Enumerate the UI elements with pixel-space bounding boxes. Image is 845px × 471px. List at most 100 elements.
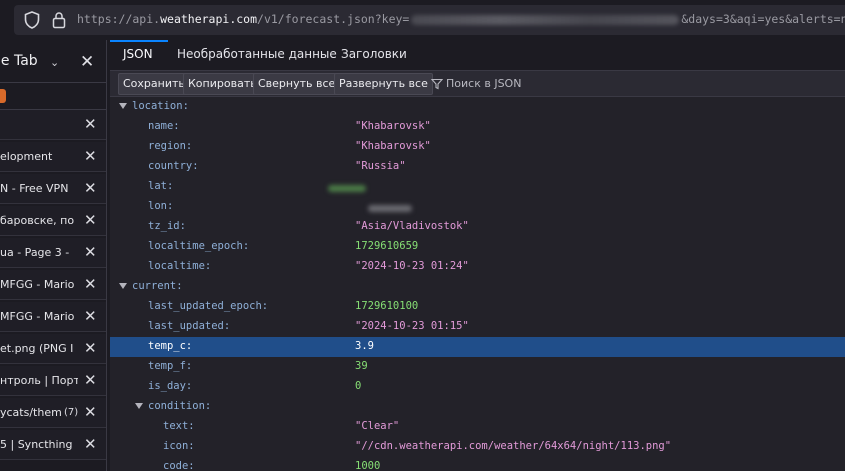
filter-json-input[interactable]: Поиск в JSON — [446, 77, 521, 90]
blur-mask — [328, 185, 366, 192]
json-toolbar: Сохранить Копировать Свернуть все Развер… — [110, 70, 845, 97]
json-row[interactable]: condition: — [110, 397, 845, 417]
json-tree: location: name: "Khabarovsk" region: "Khabar… — [110, 97, 845, 471]
json-value: 39 — [355, 360, 368, 372]
sidebar-tab-label: баровске, по — [0, 214, 75, 227]
sidebar-tab-badge: (7) — [62, 407, 79, 418]
sidebar-title[interactable]: le Tab — [0, 53, 38, 69]
json-row[interactable]: location: — [110, 97, 845, 117]
redacted-value — [368, 203, 412, 215]
sidebar-tab-item[interactable]: баровске, по ✕ — [0, 206, 106, 236]
lock-icon[interactable] — [52, 11, 66, 29]
json-row[interactable]: localtime: "2024-10-23 01:24" — [110, 257, 845, 277]
sidebar-tab-item[interactable]: 5 | Syncthing ✕ — [0, 430, 106, 460]
sidebar-tab-item[interactable]: ua - Page 3 - ✕ — [0, 238, 106, 268]
close-tab-icon[interactable]: ✕ — [84, 275, 97, 293]
close-sidebar-icon[interactable]: ✕ — [80, 52, 94, 72]
chevron-down-icon[interactable]: ⌄ — [50, 56, 59, 69]
json-value: 3.9 — [355, 340, 374, 352]
collapse-all-button[interactable]: Свернуть все — [253, 73, 341, 95]
json-key: condition: — [148, 400, 212, 412]
active-tab-indicator — [110, 40, 168, 42]
save-button[interactable]: Сохранить — [118, 73, 190, 95]
close-tab-icon[interactable]: ✕ — [84, 371, 97, 389]
sidebar-tab-item[interactable]: MFGG - Mario ✕ — [0, 302, 106, 332]
json-key: localtime: — [148, 260, 212, 272]
sidebar-tab-item[interactable]: MFGG - Mario ✕ — [0, 270, 106, 300]
json-key: icon: — [163, 440, 195, 452]
close-tab-icon[interactable]: ✕ — [84, 211, 97, 229]
json-key: last_updated: — [148, 320, 231, 332]
url-suffix: &days=3&aqi=yes&alerts=no — [681, 12, 845, 26]
json-row[interactable]: temp_f: 39 — [110, 357, 845, 377]
url-host: weatherapi.com — [160, 12, 258, 26]
sidebar-tab-label: et.png (PNG I — [0, 342, 74, 355]
close-tab-icon[interactable]: ✕ — [84, 115, 97, 133]
json-row[interactable]: code: 1000 — [110, 457, 845, 471]
json-key: code: — [163, 460, 195, 471]
json-row[interactable]: lat: — [110, 177, 845, 197]
tabs-sidebar: le Tab ⌄ ✕ ✕ elopment ✕ N - Free VPN ✕ баровс… — [0, 40, 107, 471]
sidebar-tab-item[interactable]: ycats/them (7) ✕ — [0, 398, 106, 428]
json-row[interactable]: temp_c: 3.9 — [110, 337, 845, 357]
close-tab-icon[interactable]: ✕ — [84, 147, 97, 165]
expand-toggle-icon[interactable] — [119, 103, 127, 109]
sidebar-tab-item[interactable]: ✕ — [0, 110, 106, 140]
json-row[interactable]: current: — [110, 277, 845, 297]
sidebar-tab-label: MFGG - Mario — [0, 310, 75, 323]
expand-all-button[interactable]: Развернуть все — [334, 73, 433, 95]
sidebar-tab-item[interactable]: нтроль | Порт ✕ — [0, 366, 106, 396]
close-tab-icon[interactable]: ✕ — [84, 339, 97, 357]
json-key: text: — [163, 420, 195, 432]
sidebar-tab-label: ua - Page 3 - — [0, 246, 70, 259]
copy-button[interactable]: Копировать — [183, 73, 262, 95]
json-row[interactable]: region: "Khabarovsk" — [110, 137, 845, 157]
json-row[interactable]: tz_id: "Asia/Vladivostok" — [110, 217, 845, 237]
json-row[interactable]: last_updated: "2024-10-23 01:15" — [110, 317, 845, 337]
url-path: /v1/forecast.json?key= — [257, 12, 410, 26]
json-value: "2024-10-23 01:24" — [355, 260, 469, 272]
json-value: "Asia/Vladivostok" — [355, 220, 469, 232]
tab-headers[interactable]: Заголовки — [341, 47, 407, 61]
expand-toggle-icon[interactable] — [119, 283, 127, 289]
json-key: lon: — [148, 200, 174, 212]
sidebar-tab-label: 5 | Syncthing — [0, 438, 73, 451]
sidebar-header: le Tab ⌄ ✕ — [0, 40, 106, 82]
close-tab-icon[interactable]: ✕ — [84, 179, 97, 197]
json-row[interactable]: last_updated_epoch: 1729610100 — [110, 297, 845, 317]
sidebar-tab-label: elopment — [0, 150, 53, 163]
json-key: temp_c: — [148, 340, 193, 352]
close-tab-icon[interactable]: ✕ — [84, 403, 97, 421]
sidebar-tab-item[interactable]: N - Free VPN ✕ — [0, 174, 106, 204]
json-key: temp_f: — [148, 360, 193, 372]
tab-json[interactable]: JSON — [123, 47, 153, 61]
json-value: 1000 — [355, 460, 381, 471]
expand-toggle-icon[interactable] — [135, 403, 143, 409]
sidebar-tab-label: нтроль | Порт — [0, 374, 78, 387]
json-key: last_updated_epoch: — [148, 300, 269, 312]
json-key: region: — [148, 140, 193, 152]
url-text[interactable]: https://api.weatherapi.com/v1/forecast.j… — [77, 12, 845, 26]
json-value: "Russia" — [355, 160, 406, 172]
json-key: location: — [132, 100, 189, 112]
close-tab-icon[interactable]: ✕ — [84, 307, 97, 325]
viewer-tabs: JSON Необработанные данные Заголовки — [110, 40, 845, 70]
json-row[interactable]: text: "Clear" — [110, 417, 845, 437]
redacted-value — [328, 183, 366, 195]
json-row[interactable]: localtime_epoch: 1729610659 — [110, 237, 845, 257]
tracking-shield-icon[interactable] — [24, 11, 40, 29]
sidebar-tab-label: MFGG - Mario — [0, 278, 75, 291]
sidebar-tab-item[interactable]: et.png (PNG I ✕ — [0, 334, 106, 364]
sidebar-tab-item[interactable]: elopment ✕ — [0, 142, 106, 172]
tab-favicon — [0, 89, 6, 103]
json-row[interactable]: country: "Russia" — [110, 157, 845, 177]
json-key: is_day: — [148, 380, 193, 392]
json-row[interactable]: lon: — [110, 197, 845, 217]
close-tab-icon[interactable]: ✕ — [84, 435, 97, 453]
json-row[interactable]: is_day: 0 — [110, 377, 845, 397]
close-tab-icon[interactable]: ✕ — [84, 243, 97, 261]
json-row[interactable]: icon: "//cdn.weatherapi.com/weather/64x64… — [110, 437, 845, 457]
json-row[interactable]: name: "Khabarovsk" — [110, 117, 845, 137]
json-key: current: — [132, 280, 183, 292]
tab-raw-data[interactable]: Необработанные данные — [177, 47, 337, 61]
